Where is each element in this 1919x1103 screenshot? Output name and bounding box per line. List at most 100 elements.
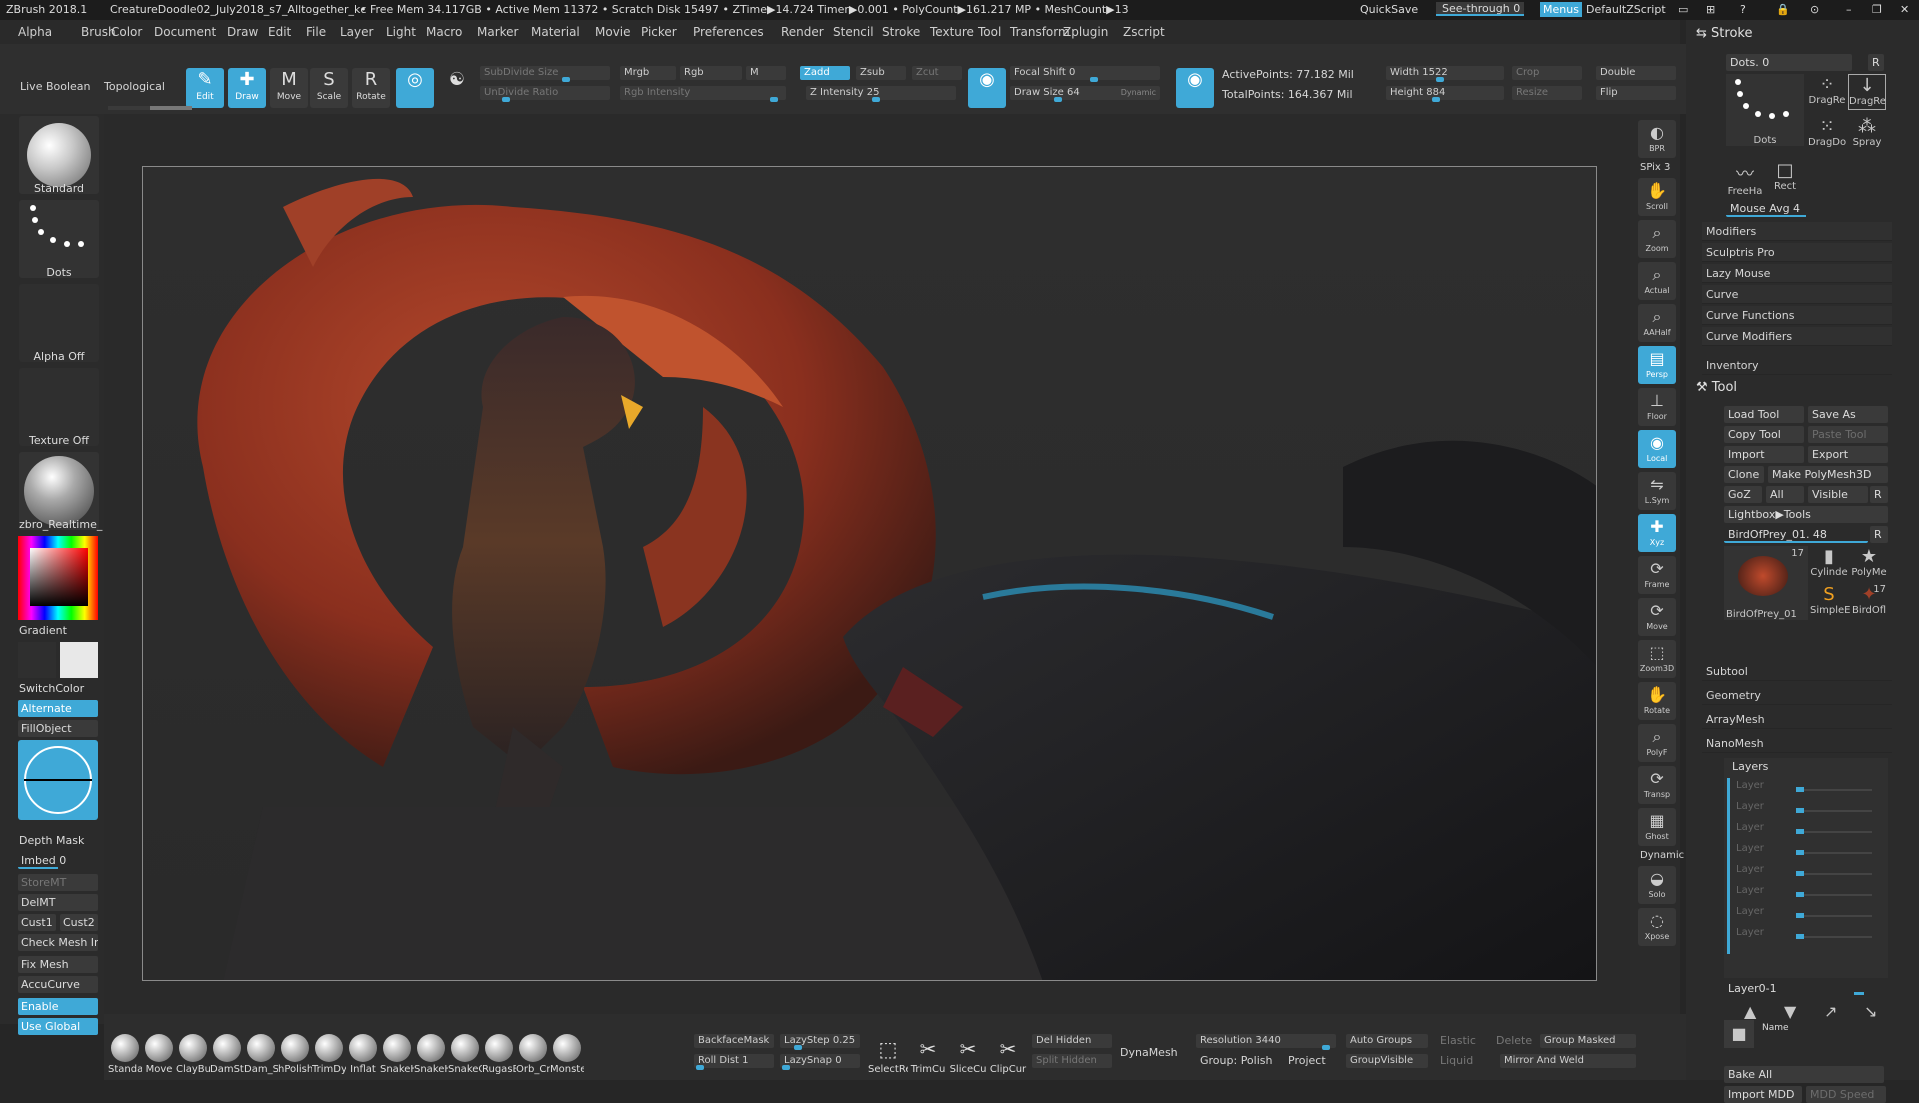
current-tool-thumbnail[interactable]: 17 BirdOfPrey_01 [1724, 546, 1808, 620]
subdivide-size-slider[interactable]: SubDivide Size [480, 66, 610, 82]
tool-reset-button[interactable]: R [1870, 526, 1888, 543]
tool-palette-title[interactable]: ⚒ Tool [1696, 380, 1737, 395]
copy-tool-button[interactable]: Copy Tool [1724, 426, 1804, 443]
move-mode-button[interactable]: M Move [270, 68, 308, 108]
menu-stroke[interactable]: Stroke [882, 25, 920, 39]
lightbox-tools-button[interactable]: Lightbox▶Tools [1724, 506, 1888, 523]
alternate-button[interactable]: Alternate [18, 700, 98, 717]
save-as-button[interactable]: Save As [1808, 406, 1888, 423]
cust1-button[interactable]: Cust1 [18, 914, 56, 931]
brush-1[interactable]: Move [142, 1034, 176, 1075]
brush-3[interactable]: DamSta [210, 1034, 244, 1075]
inventory-header[interactable]: Inventory [1702, 356, 1892, 375]
layer-row[interactable]: Layer [1736, 927, 1880, 945]
sculptris-pro-button[interactable]: ◎ [396, 68, 434, 108]
current-tool-slider[interactable]: BirdOfPrey_01. 48 [1724, 526, 1868, 543]
color-saturation-square[interactable] [30, 548, 88, 606]
button-xpose[interactable]: ◌ Xpose [1638, 908, 1676, 946]
brush-5[interactable]: hPolish [278, 1034, 312, 1075]
import-button[interactable]: Import [1724, 446, 1804, 463]
birdofprey-tool[interactable]: 17 ✦ BirdOfl [1850, 584, 1888, 620]
polymesh-tool[interactable]: ★ PolyMe [1850, 546, 1888, 582]
layer-strength-slider[interactable] [1796, 808, 1872, 813]
arrow-down-icon[interactable]: ▼ [1784, 1002, 1796, 1021]
layer-slider-knob[interactable] [1796, 808, 1804, 813]
mirror-weld-button[interactable]: Mirror And Weld [1500, 1054, 1636, 1068]
layer-name-button[interactable]: Name [1758, 1020, 1798, 1037]
split-hidden-button[interactable]: Split Hidden [1032, 1054, 1112, 1068]
backfacemask-button[interactable]: BackfaceMask [694, 1034, 774, 1048]
menu-file[interactable]: File [306, 25, 326, 39]
menu-macro[interactable]: Macro [426, 25, 462, 39]
live-boolean-button[interactable]: Live Boolean [20, 80, 91, 93]
button-ghost[interactable]: ▦ Ghost [1638, 808, 1676, 846]
tool-section-arraymesh[interactable]: ArrayMesh [1702, 710, 1892, 729]
arrow-right-down-icon[interactable]: ↘ [1864, 1002, 1877, 1021]
edit-mode-button[interactable]: ✎ Edit [186, 68, 224, 108]
lazystep-slider[interactable]: LazyStep 0.25 [780, 1034, 860, 1050]
layer-row[interactable]: Layer [1736, 885, 1880, 903]
mdd-speed-slider[interactable]: MDD Speed [1806, 1086, 1886, 1103]
del-hidden-button[interactable]: Del Hidden [1032, 1034, 1112, 1048]
rgb-intensity-slider[interactable]: Rgb Intensity [620, 86, 786, 102]
layer-strength-slider[interactable] [1796, 871, 1872, 876]
menu-zplugin[interactable]: Zplugin [1063, 25, 1108, 39]
tool-section-nanomesh[interactable]: NanoMesh [1702, 734, 1892, 753]
brush-4[interactable]: Dam_St [244, 1034, 278, 1075]
brush-10[interactable]: SnakeC [448, 1034, 482, 1075]
button-rotate[interactable]: ✋ Rotate [1638, 682, 1676, 720]
tool-section-geometry[interactable]: Geometry [1702, 686, 1892, 705]
layer-strength-slider[interactable] [1796, 829, 1872, 834]
dots-count-slider[interactable]: Dots. 0 [1726, 54, 1852, 71]
layer-strength-slider[interactable] [1796, 787, 1872, 792]
simplebrush-tool[interactable]: S SimpleE [1810, 584, 1850, 620]
menu-alpha[interactable]: Alpha [18, 25, 52, 39]
button-xyz[interactable]: ✚ Xyz [1638, 514, 1676, 552]
flip-button[interactable]: Flip [1596, 86, 1676, 100]
layer-row[interactable]: Layer [1736, 906, 1880, 924]
menu-texture[interactable]: Texture [930, 25, 974, 39]
shelf-scrollbar[interactable] [108, 106, 192, 110]
stroke-section-lazy-mouse[interactable]: Lazy Mouse [1702, 264, 1892, 283]
zadd-button[interactable]: Zadd [800, 66, 850, 80]
menu-document[interactable]: Document [154, 25, 216, 39]
button-persp[interactable]: ▤ Persp [1638, 346, 1676, 384]
arrow-up-icon[interactable]: ▲ [1744, 1002, 1756, 1021]
roll-dist-slider[interactable]: Roll Dist 1 [694, 1054, 774, 1070]
stroke-section-curve-functions[interactable]: Curve Functions [1702, 306, 1892, 325]
layer-slider-knob[interactable] [1796, 934, 1804, 939]
stroke-dragrect-2[interactable]: ↓ DragRe [1848, 74, 1886, 110]
menu-zscript[interactable]: Zscript [1123, 25, 1165, 39]
stroke-palette-title[interactable]: ⇆ Stroke [1696, 26, 1752, 41]
rgb-button[interactable]: Rgb [680, 66, 742, 80]
menu-movie[interactable]: Movie [595, 25, 631, 39]
storemt-button[interactable]: StoreMT [18, 874, 98, 891]
help-icon[interactable]: ? [1740, 3, 1746, 16]
point-count-toggle[interactable]: ◉ [1176, 68, 1214, 108]
stroke-rect[interactable]: □ Rect [1766, 160, 1804, 196]
button-floor[interactable]: ⊥ Floor [1638, 388, 1676, 426]
button-actual[interactable]: ⌕ Actual [1638, 262, 1676, 300]
cylinder-tool[interactable]: ▮ Cylinde [1810, 546, 1848, 582]
stroke-section-sculptris-pro[interactable]: Sculptris Pro [1702, 243, 1892, 262]
stroke-section-modifiers[interactable]: Modifiers [1702, 222, 1892, 241]
use-global-button[interactable]: Use Global [18, 1018, 98, 1035]
zsub-button[interactable]: Zsub [856, 66, 906, 80]
bake-all-button[interactable]: Bake All [1724, 1066, 1884, 1083]
button-move[interactable]: ⟳ Move [1638, 598, 1676, 636]
layer0-slider[interactable]: Layer0-1 [1724, 980, 1884, 997]
default-zscript-button[interactable]: DefaultZScript [1586, 3, 1666, 16]
goz-reset-button[interactable]: R [1870, 486, 1888, 503]
double-button[interactable]: Double [1596, 66, 1676, 80]
stroke-preview[interactable]: Dots [1726, 74, 1804, 146]
import-mdd-button[interactable]: Import MDD [1724, 1086, 1802, 1103]
fillobject-button[interactable]: FillObject [18, 720, 98, 737]
lock-icon[interactable]: 🔒 [1776, 3, 1790, 16]
depth-mask-dial[interactable] [18, 740, 98, 820]
stroke-section-curve-modifiers[interactable]: Curve Modifiers [1702, 327, 1892, 346]
groupvisible-button[interactable]: GroupVisible [1346, 1054, 1428, 1068]
layers-scrollbar[interactable] [1727, 778, 1730, 954]
layer-row[interactable]: Layer [1736, 864, 1880, 882]
layer-row[interactable]: Layer [1736, 801, 1880, 819]
draw-mode-button[interactable]: ✚ Draw [228, 68, 266, 108]
